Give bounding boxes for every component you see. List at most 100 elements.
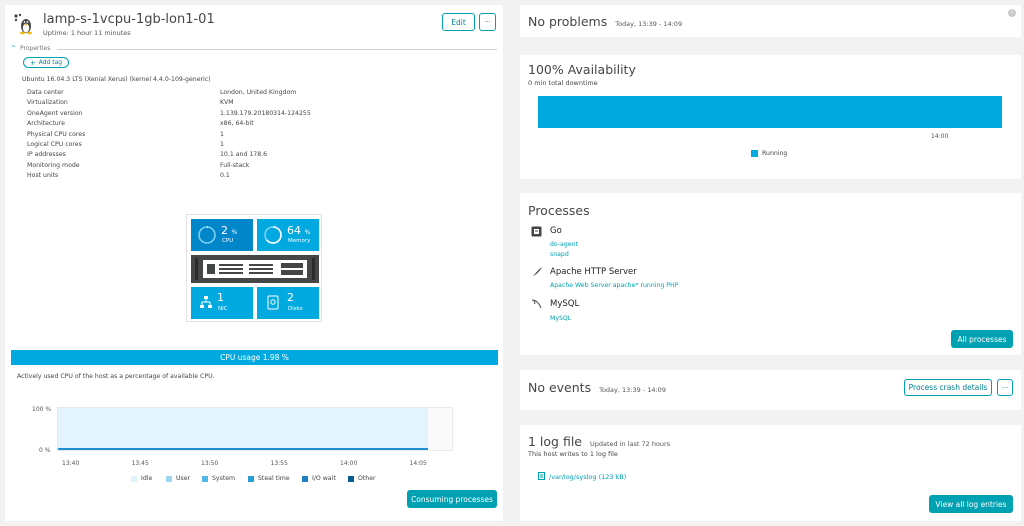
xtick-label: 14:00 <box>340 460 358 467</box>
nic-tile[interactable]: 1 NIC <box>191 287 253 319</box>
process-link-do-agent[interactable]: do-agent <box>550 241 578 248</box>
property-key: Data center <box>27 89 64 96</box>
chevron-up-icon: ^ <box>11 45 17 52</box>
property-value: 1.139.179.20180314-124255 <box>220 109 311 117</box>
ytick-label: 0 % <box>39 447 51 454</box>
property-key: IP addresses <box>27 151 66 159</box>
disks-value: 2 <box>287 291 294 304</box>
legend-swatch <box>248 475 254 482</box>
logs-subtitle: This host writes to 1 log file <box>528 450 618 458</box>
legend-running: Running <box>762 150 788 157</box>
cpu-gauge-icon <box>198 226 216 244</box>
legend-item[interactable]: I/O wait <box>302 475 336 482</box>
memory-tile[interactable]: 64 % Memory <box>257 219 319 251</box>
cpu-tile[interactable]: 2 % CPU <box>191 219 253 251</box>
property-key: Physical CPU cores <box>27 130 86 138</box>
info-icon[interactable]: i <box>1008 9 1016 17</box>
process-group-go[interactable]: Go <box>550 226 562 236</box>
property-value: London, United Kingdom <box>220 89 297 96</box>
property-row: Data center London, United Kingdom <box>27 89 427 99</box>
events-more-button[interactable]: ··· <box>997 379 1013 396</box>
all-processes-button[interactable]: All processes <box>951 330 1013 348</box>
legend-label: Steal time <box>258 475 290 482</box>
legend-swatch <box>166 475 172 482</box>
plus-icon: + <box>29 58 36 67</box>
xtick-label: 13:55 <box>270 460 288 467</box>
property-row: Logical CPU cores 1 <box>27 141 427 151</box>
logs-panel: 1 log file Updated in last 72 hours This… <box>520 425 1021 521</box>
legend-item[interactable]: Steal time <box>248 475 290 482</box>
property-row: OneAgent version 1.139.179.20180314-12425… <box>27 110 427 120</box>
property-row: Physical CPU cores 1 <box>27 131 427 141</box>
process-link-mysql[interactable]: MySQL <box>550 315 571 322</box>
property-key: Virtualization <box>27 99 68 107</box>
memory-gauge-icon <box>264 226 282 244</box>
process-group-mysql[interactable]: MySQL <box>550 299 579 309</box>
add-tag-button[interactable]: + Add tag <box>23 57 69 68</box>
edit-button[interactable]: Edit <box>442 13 475 31</box>
cpu-usage-bar[interactable]: CPU usage 1.98 % <box>11 350 498 365</box>
property-row: Virtualization KVM <box>27 99 427 109</box>
property-value: 10.1 and 178.6 <box>220 151 268 159</box>
legend-swatch <box>751 150 758 157</box>
legend-swatch <box>302 475 308 482</box>
property-value: 0.1 <box>220 172 230 180</box>
properties-toggle[interactable]: ^ Properties <box>11 45 497 53</box>
more-options-button[interactable]: ··· <box>479 13 496 31</box>
legend-label: I/O wait <box>312 475 336 482</box>
logs-updated: Updated in last 72 hours <box>589 440 671 448</box>
apache-feather-icon <box>532 267 542 277</box>
availability-track <box>538 96 1002 128</box>
xtick-label: 13:50 <box>201 460 219 467</box>
processes-panel: Processes Go do-agent snapd Apache HTTP … <box>520 193 1021 355</box>
legend-label: Other <box>358 475 376 482</box>
idle-area <box>58 408 428 450</box>
legend-swatch <box>131 475 137 482</box>
legend-label: User <box>176 475 191 482</box>
properties-label: Properties <box>20 45 51 52</box>
property-row: Architecture x86, 64-bit <box>27 120 427 130</box>
go-icon <box>531 226 542 237</box>
xtick-label: 14:05 <box>409 460 427 467</box>
legend-label: Idle <box>141 475 153 482</box>
events-range: Today, 13:39 - 14:09 <box>599 386 666 394</box>
process-link-snapd[interactable]: snapd <box>550 251 569 258</box>
availability-legend: Running <box>751 150 787 157</box>
legend-item[interactable]: Idle <box>131 475 152 482</box>
property-row: IP addresses 10.1 and 178.6 <box>27 151 427 161</box>
property-key: Monitoring mode <box>27 161 80 169</box>
memory-value: 64 % <box>287 224 311 237</box>
property-value: x86, 64-bit <box>220 120 254 128</box>
legend-swatch <box>202 475 208 482</box>
view-all-log-entries-button[interactable]: View all log entries <box>929 495 1013 513</box>
availability-tick: 14:00 <box>931 133 949 140</box>
legend-swatch <box>348 475 354 482</box>
process-group-apache[interactable]: Apache HTTP Server <box>550 267 637 277</box>
cpu-value: 2 % <box>221 224 238 237</box>
property-row: Host units 0.1 <box>27 172 427 182</box>
nic-value: 1 <box>217 291 224 304</box>
process-crash-details-button[interactable]: Process crash details <box>904 379 992 396</box>
problems-panel: No problems Today, 13:39 - 14:09 i <box>520 5 1021 37</box>
availability-title: 100% Availability <box>528 62 636 77</box>
process-link-apache[interactable]: Apache Web Server apache* running PHP <box>550 282 678 289</box>
property-key: OneAgent version <box>27 109 83 117</box>
processes-title: Processes <box>528 203 590 218</box>
add-tag-label: Add tag <box>38 59 63 66</box>
host-infographic: 2 % CPU 64 % Memory 1 NIC 2 Disks <box>186 214 322 322</box>
disks-label: Disks <box>288 306 303 312</box>
availability-bar[interactable] <box>538 96 1002 128</box>
chart-plot-area <box>57 407 453 451</box>
legend-item[interactable]: User <box>166 475 190 482</box>
consuming-processes-button[interactable]: Consuming processes <box>407 490 497 508</box>
cpu-usage-label: CPU usage 1.98 % <box>220 353 289 362</box>
property-row: Monitoring mode Full-stack <box>27 162 427 172</box>
os-description: Ubuntu 16.04.3 LTS (Xenial Xerus) (kerne… <box>22 76 211 83</box>
file-icon <box>538 472 545 480</box>
memory-label: Memory <box>288 238 311 244</box>
legend-item[interactable]: System <box>202 475 235 482</box>
legend-item[interactable]: Other <box>348 475 376 482</box>
log-file-link[interactable]: /var/log/syslog (123 kB) <box>549 473 626 481</box>
events-panel: No events Today, 13:39 - 14:09 Process c… <box>520 370 1021 410</box>
disks-tile[interactable]: 2 Disks <box>257 287 319 319</box>
